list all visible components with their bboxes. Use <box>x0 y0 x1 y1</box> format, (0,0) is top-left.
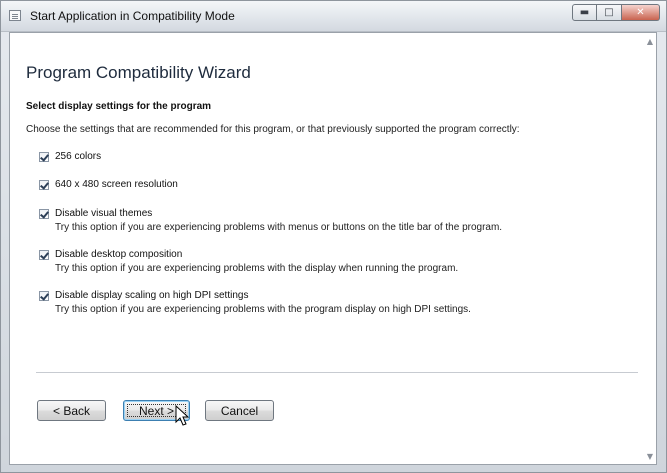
mouse-cursor-icon <box>175 405 189 426</box>
option-label: 640 x 480 screen resolution <box>55 179 178 190</box>
back-button[interactable]: < Back <box>37 400 106 421</box>
checkbox-640x480-resolution[interactable] <box>39 180 49 190</box>
option-description: Try this option if you are experiencing … <box>55 304 471 315</box>
minimize-icon: ▬ <box>579 6 590 18</box>
maximize-button[interactable]: □ <box>597 4 622 21</box>
cancel-button[interactable]: Cancel <box>205 400 274 421</box>
caption-buttons: ▬ □ ✕ <box>572 4 660 22</box>
minimize-button[interactable]: ▬ <box>572 4 597 21</box>
wizard-client-area: ▲ ▼ Program Compatibility Wizard Select … <box>9 32 657 465</box>
checkbox-disable-dpi-scaling[interactable] <box>39 291 49 301</box>
scroll-down-arrow-icon[interactable]: ▼ <box>647 452 653 461</box>
checkbox-disable-visual-themes[interactable] <box>39 209 49 219</box>
window-title: Start Application in Compatibility Mode <box>30 9 235 23</box>
button-separator <box>36 372 638 373</box>
close-button[interactable]: ✕ <box>622 4 660 21</box>
option-label: 256 colors <box>55 151 102 162</box>
option-label: Disable display scaling on high DPI sett… <box>55 290 249 301</box>
wizard-instructions: Choose the settings that are recommended… <box>26 124 520 135</box>
option-description: Try this option if you are experiencing … <box>55 222 503 233</box>
wizard-heading: Program Compatibility Wizard <box>26 63 251 82</box>
checkbox-256-colors[interactable] <box>39 152 49 162</box>
checkbox-disable-desktop-composition[interactable] <box>39 250 49 260</box>
option-description: Try this option if you are experiencing … <box>55 263 459 274</box>
close-icon: ✕ <box>636 6 645 18</box>
scroll-up-arrow-icon[interactable]: ▲ <box>647 37 653 46</box>
wizard-subheading: Select display settings for the program <box>26 101 212 112</box>
compatibility-window: Start Application in Compatibility Mode … <box>0 0 667 473</box>
maximize-icon: □ <box>604 6 614 18</box>
option-label: Disable visual themes <box>55 208 153 219</box>
option-label: Disable desktop composition <box>55 249 183 260</box>
title-bar[interactable]: Start Application in Compatibility Mode … <box>1 1 666 32</box>
app-window-icon <box>9 10 21 21</box>
